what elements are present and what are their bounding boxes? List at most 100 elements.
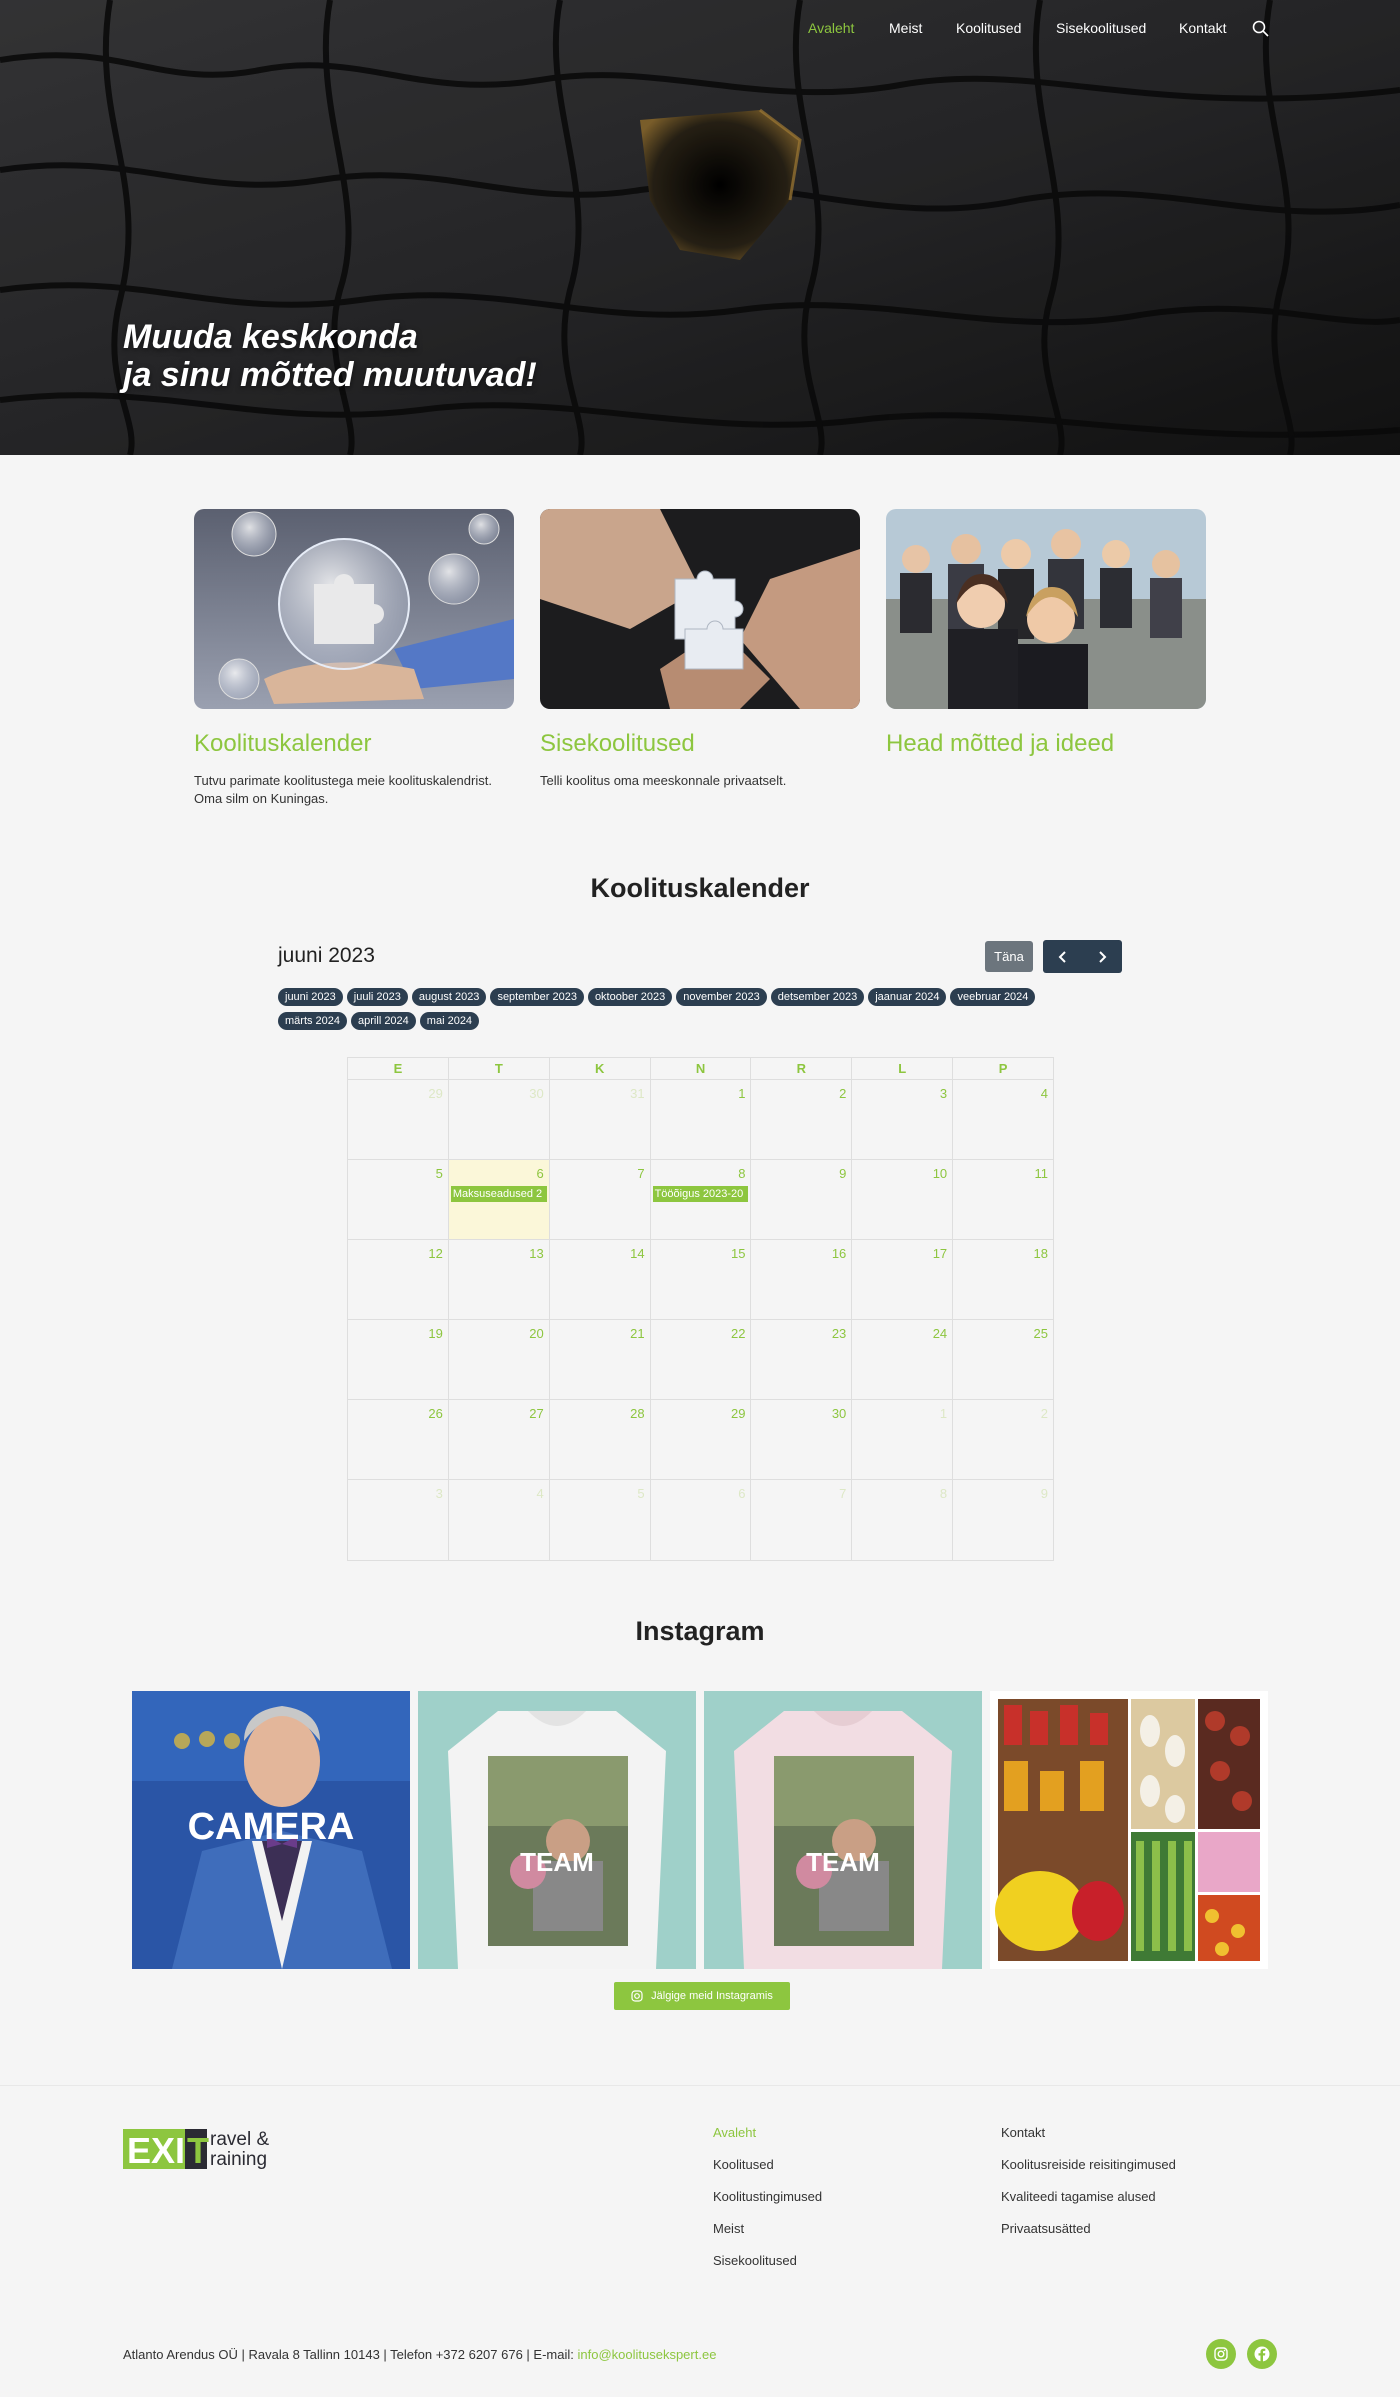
day-number[interactable]: 13 (529, 1246, 543, 1261)
footer-link[interactable]: Privaatsusätted (1001, 2221, 1176, 2253)
day-number[interactable]: 9 (1041, 1486, 1048, 1501)
day-number[interactable]: 17 (933, 1246, 947, 1261)
day-number[interactable]: 21 (630, 1326, 644, 1341)
day-number[interactable]: 3 (940, 1086, 947, 1101)
footer-link[interactable]: Koolitustingimused (713, 2189, 822, 2221)
calendar-day-cell[interactable]: 29 (348, 1080, 449, 1159)
calendar-day-cell[interactable]: 2 (953, 1400, 1053, 1479)
today-button[interactable]: Täna (985, 941, 1033, 972)
facebook-social-button[interactable] (1247, 2339, 1277, 2369)
day-number[interactable]: 14 (630, 1246, 644, 1261)
calendar-day-cell[interactable]: 6 Maksuseadused 2 (448, 1160, 550, 1239)
calendar-day-cell[interactable]: 30 (449, 1080, 550, 1159)
day-number[interactable]: 29 (731, 1406, 745, 1421)
calendar-event[interactable]: Maksuseadused 2 (450, 1186, 547, 1202)
instagram-post[interactable] (990, 1691, 1268, 1969)
card-koolituskalender[interactable]: Koolituskalender Tutvu parimate koolitus… (194, 509, 514, 808)
month-pill[interactable]: juuli 2023 (346, 988, 408, 1006)
day-number[interactable]: 2 (839, 1086, 846, 1101)
nav-item-koolitused[interactable]: Koolitused (956, 20, 1021, 36)
calendar-day-cell[interactable]: 4 (449, 1480, 550, 1560)
calendar-day-cell[interactable]: 25 (953, 1320, 1053, 1399)
calendar-day-cell[interactable]: 30 (751, 1400, 853, 1479)
footer-link[interactable]: Kontakt (1001, 2125, 1176, 2157)
chevron-right-icon[interactable] (1083, 940, 1123, 973)
day-number[interactable]: 7 (637, 1166, 644, 1181)
day-number[interactable]: 27 (529, 1406, 543, 1421)
calendar-day-cell[interactable]: 6 (651, 1480, 752, 1560)
day-number[interactable]: 5 (637, 1486, 644, 1501)
calendar-day-cell[interactable]: 22 (651, 1320, 752, 1399)
month-pill[interactable]: märts 2024 (278, 1012, 348, 1030)
month-pill[interactable]: detsember 2023 (770, 988, 865, 1006)
search-icon[interactable] (1252, 20, 1269, 37)
footer-email-link[interactable]: info@koolitusekspert.ee (577, 2347, 716, 2362)
day-number[interactable]: 18 (1034, 1246, 1048, 1261)
calendar-day-cell[interactable]: 15 (651, 1240, 752, 1319)
calendar-day-cell[interactable]: 8 Tööõigus 2023-20 (651, 1160, 752, 1239)
day-number[interactable]: 1 (738, 1086, 745, 1101)
calendar-day-cell[interactable]: 5 (550, 1480, 651, 1560)
calendar-day-cell[interactable]: 5 (348, 1160, 449, 1239)
puzzle-hands-image[interactable] (540, 509, 860, 709)
happy-team-image[interactable] (886, 509, 1206, 709)
month-pill[interactable]: aprill 2024 (351, 1012, 416, 1030)
day-number[interactable]: 8 (940, 1486, 947, 1501)
day-number[interactable]: 25 (1034, 1326, 1048, 1341)
card-head-motted[interactable]: Head mõtted ja ideed (886, 509, 1206, 759)
day-number[interactable]: 6 (536, 1166, 543, 1181)
calendar-day-cell[interactable]: 11 (953, 1160, 1053, 1239)
day-number[interactable]: 4 (1041, 1086, 1048, 1101)
instagram-post[interactable]: CAMERA (132, 1691, 410, 1969)
day-number[interactable]: 7 (839, 1486, 846, 1501)
chevron-left-icon[interactable] (1043, 940, 1083, 973)
calendar-day-cell[interactable]: 17 (852, 1240, 954, 1319)
day-number[interactable]: 24 (933, 1326, 947, 1341)
calendar-day-cell[interactable]: 13 (449, 1240, 550, 1319)
day-number[interactable]: 28 (630, 1406, 644, 1421)
month-pill[interactable]: oktoober 2023 (587, 988, 673, 1006)
exit-travel-training-logo[interactable]: EXI T ravel & raining (123, 2125, 293, 2169)
puzzle-bubble-image[interactable] (194, 509, 514, 709)
calendar-day-cell[interactable]: 31 (550, 1080, 651, 1159)
month-pill[interactable]: mai 2024 (419, 1012, 480, 1030)
calendar-day-cell[interactable]: 7 (550, 1160, 651, 1239)
card-sisekoolitused[interactable]: Sisekoolitused Telli koolitus oma meesko… (540, 509, 860, 790)
day-number[interactable]: 30 (529, 1086, 543, 1101)
day-number[interactable]: 10 (933, 1166, 947, 1181)
day-number[interactable]: 12 (428, 1246, 442, 1261)
calendar-day-cell[interactable]: 14 (550, 1240, 651, 1319)
month-pill[interactable]: juuni 2023 (278, 988, 343, 1006)
day-number[interactable]: 3 (436, 1486, 443, 1501)
calendar-day-cell[interactable]: 20 (449, 1320, 550, 1399)
footer-link[interactable]: Koolitusreiside reisitingimused (1001, 2157, 1176, 2189)
calendar-day-cell[interactable]: 27 (449, 1400, 550, 1479)
card-title[interactable]: Head mõtted ja ideed (886, 729, 1206, 759)
calendar-day-cell[interactable]: 16 (751, 1240, 853, 1319)
day-number[interactable]: 31 (630, 1086, 644, 1101)
calendar-day-cell[interactable]: 29 (651, 1400, 752, 1479)
day-number[interactable]: 26 (428, 1406, 442, 1421)
calendar-day-cell[interactable]: 24 (852, 1320, 954, 1399)
calendar-day-cell[interactable]: 10 (852, 1160, 954, 1239)
footer-link[interactable]: Sisekoolitused (713, 2253, 822, 2285)
calendar-event[interactable]: Tööõigus 2023-20 (652, 1186, 749, 1202)
instagram-follow-button[interactable]: Jälgige meid Instagramis (614, 1982, 790, 2010)
month-pill[interactable]: jaanuar 2024 (868, 988, 947, 1006)
footer-link[interactable]: Avaleht (713, 2125, 822, 2157)
day-number[interactable]: 11 (1035, 1166, 1049, 1181)
day-number[interactable]: 15 (731, 1246, 745, 1261)
day-number[interactable]: 16 (832, 1246, 846, 1261)
calendar-day-cell[interactable]: 4 (953, 1080, 1053, 1159)
calendar-day-cell[interactable]: 19 (348, 1320, 449, 1399)
instagram-post[interactable]: TEAM (418, 1691, 696, 1969)
day-number[interactable]: 8 (738, 1166, 745, 1181)
calendar-day-cell[interactable]: 18 (953, 1240, 1053, 1319)
calendar-day-cell[interactable]: 21 (550, 1320, 651, 1399)
calendar-day-cell[interactable]: 28 (550, 1400, 651, 1479)
day-number[interactable]: 1 (940, 1406, 947, 1421)
day-number[interactable]: 22 (731, 1326, 745, 1341)
instagram-social-button[interactable] (1206, 2339, 1236, 2369)
calendar-day-cell[interactable]: 26 (348, 1400, 449, 1479)
day-number[interactable]: 2 (1041, 1406, 1048, 1421)
